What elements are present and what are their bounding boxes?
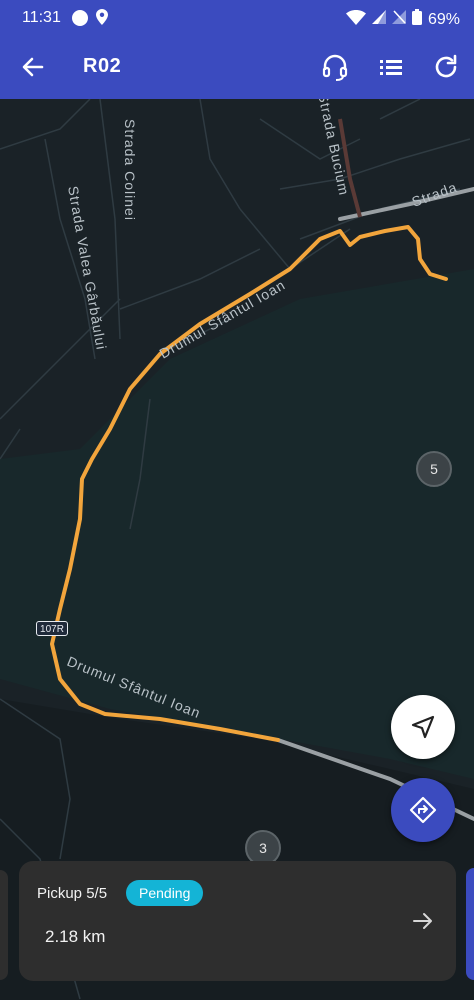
list-icon[interactable] (376, 52, 406, 82)
stop-badge-5[interactable]: 5 (416, 451, 452, 487)
directions-button[interactable] (391, 778, 455, 842)
headset-icon[interactable] (320, 52, 350, 82)
page-title: R02 (83, 55, 122, 77)
status-bar: 11:31 69% (0, 0, 474, 36)
wifi-icon (345, 9, 366, 30)
battery-icon (411, 9, 422, 30)
app-bar: R02 (0, 36, 474, 99)
back-arrow-icon[interactable] (18, 52, 48, 82)
pickup-card[interactable]: Pickup 5/5 Pending 2.18 km (19, 861, 456, 981)
status-badge: Pending (126, 880, 204, 906)
battery-percentage: 69% (427, 10, 460, 28)
navigation-arrow-icon (411, 715, 435, 739)
next-card-edge[interactable] (466, 868, 474, 980)
refresh-icon[interactable] (431, 52, 461, 82)
no-signal-icon (391, 10, 406, 29)
my-location-button[interactable] (391, 695, 455, 759)
app-header: 11:31 69% R02 (0, 0, 474, 99)
street-label-colinei: Strada Colinei (122, 119, 138, 221)
road-shield: 107R (36, 621, 68, 636)
status-time: 11:31 (22, 9, 61, 26)
directions-icon (409, 796, 437, 824)
arrow-right-icon[interactable] (411, 909, 435, 938)
pickup-distance: 2.18 km (45, 927, 106, 946)
pickup-title: Pickup 5/5 (37, 885, 108, 902)
signal-icon (371, 10, 386, 29)
previous-card-edge[interactable] (0, 870, 8, 980)
location-pin-icon (96, 9, 108, 30)
notification-dot-icon (72, 10, 88, 26)
